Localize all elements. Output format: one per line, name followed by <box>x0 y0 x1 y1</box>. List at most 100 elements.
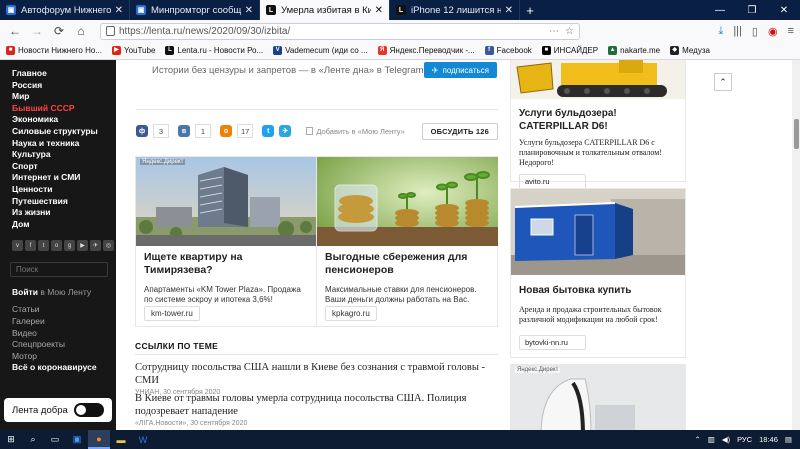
right-ad-domain-button[interactable]: avito.ru <box>519 174 586 189</box>
share-button-icon[interactable]: ✈ <box>279 125 292 137</box>
right-ad-title[interactable]: Услуги бульдозера! CATERPILLAR D6! <box>511 107 685 133</box>
new-tab-button[interactable]: + <box>520 0 540 20</box>
sidebar-nav-item[interactable]: Наука и техника <box>12 138 116 150</box>
bookmark-item[interactable]: ■ ИНСАЙДЕР <box>541 46 598 55</box>
bookmark-item[interactable]: ◆ Медуза <box>670 46 710 55</box>
network-icon[interactable]: ▥ <box>708 435 715 444</box>
scroll-up-button[interactable]: ⌃ <box>714 73 732 91</box>
ad-image-building[interactable]: Яндекс.Директ <box>136 157 316 246</box>
sidebar-icon[interactable]: ▯ <box>752 25 758 38</box>
bookmark-item[interactable]: ▲ nakarte.me <box>608 46 660 55</box>
sidebar-nav-item[interactable]: Россия <box>12 80 116 92</box>
social-link-icon[interactable]: ✈ <box>90 240 101 252</box>
sidebar-nav-item[interactable]: Путешествия <box>12 196 116 208</box>
task-view-icon[interactable]: ▭ <box>44 430 66 449</box>
sidebar-nav-item[interactable]: Главное <box>12 68 116 80</box>
minimize-icon[interactable]: — <box>704 0 736 20</box>
browser-tab[interactable]: LiPhone 12 лишится наушник ✕ <box>390 0 520 20</box>
ad-title[interactable]: Выгодные сбережения для пенсионеров <box>317 246 498 277</box>
sidebar-nav-item[interactable]: Бывший СССР <box>12 103 116 115</box>
toggle-switch[interactable] <box>74 403 104 417</box>
sidebar-nav-item[interactable]: Экономика <box>12 114 116 126</box>
ad-title[interactable]: Ищете квартиру на Тимирязева? <box>136 246 316 277</box>
social-link-icon[interactable]: f <box>25 240 36 252</box>
sidebar-nav-item[interactable]: Из жизни <box>12 207 116 219</box>
right-ad-title[interactable]: Новая бытовка купить <box>511 284 685 297</box>
social-link-icon[interactable]: g <box>64 240 75 252</box>
share-button-icon[interactable]: в <box>178 125 190 137</box>
tab-close-icon[interactable]: ✕ <box>115 5 123 16</box>
tray-arrow-icon[interactable]: ⌃ <box>694 435 700 444</box>
ad-domain-button[interactable]: km-tower.ru <box>144 306 200 321</box>
address-bar[interactable]: https://lenta.ru/news/2020/09/30/izbita/… <box>100 22 580 40</box>
right-ad[interactable]: Яндекс.Директ <box>510 364 686 430</box>
right-ad-domain-button[interactable]: bytovki-nn.ru <box>519 335 586 350</box>
sidebar-sublink[interactable]: Спецпроекты <box>12 339 116 351</box>
related-link-headline[interactable]: Сотрудницу посольства США нашли в Киеве … <box>135 362 498 387</box>
ad-image-cabin[interactable] <box>511 189 685 275</box>
outlook-icon[interactable]: ▣ <box>66 430 88 449</box>
right-ad[interactable]: Новая бытовка купить Аренда и продажа ст… <box>510 188 686 358</box>
language-indicator[interactable]: РУС <box>737 435 752 444</box>
right-ad[interactable]: Услуги бульдозера! CATERPILLAR D6! Услуг… <box>510 60 686 189</box>
extension-icon[interactable]: ◉ <box>768 25 778 38</box>
home-icon[interactable]: ⌂ <box>72 22 90 40</box>
sidebar-nav-item[interactable]: Ценности <box>12 184 116 196</box>
sidebar-nav-item[interactable]: Дом <box>12 219 116 231</box>
clock[interactable]: 18:46 <box>759 435 778 444</box>
sidebar-nav-item[interactable]: Интернет и СМИ <box>12 172 116 184</box>
sidebar-sublink[interactable]: Мотор <box>12 351 116 363</box>
ad-image-massage-chair[interactable] <box>511 365 685 430</box>
related-link[interactable]: В Киеве от травмы головы умерла сотрудни… <box>135 393 498 427</box>
social-link-icon[interactable]: v <box>12 240 23 252</box>
shield-icon[interactable] <box>106 26 115 36</box>
search-input[interactable]: Поиск <box>10 262 108 278</box>
star-icon[interactable]: ☆ <box>565 26 574 37</box>
add-to-my-lenta[interactable]: Добавить в «Мою Ленту» <box>306 127 405 136</box>
sidebar-nav-item[interactable]: Спорт <box>12 161 116 173</box>
sidebar-sublink[interactable]: Галереи <box>12 316 116 328</box>
ad-card[interactable]: Яндекс.Директ Ищете квартиру на Тимирязе… <box>136 157 317 326</box>
sidebar-nav-item[interactable]: Мир <box>12 91 116 103</box>
back-icon[interactable]: ← <box>6 22 24 40</box>
bookmark-item[interactable]: V Vademecum (иди со ... <box>273 46 368 55</box>
share-button-icon[interactable]: t <box>262 125 275 137</box>
tab-close-icon[interactable]: ✕ <box>245 5 253 16</box>
bookmark-item[interactable]: L Lenta.ru - Новости Ро... <box>165 46 263 55</box>
tab-close-icon[interactable]: ✕ <box>505 5 513 16</box>
lenta-dobra-toggle[interactable]: Лента добра <box>4 398 112 422</box>
social-link-icon[interactable]: o <box>51 240 62 252</box>
page-scrollbar[interactable] <box>792 60 800 430</box>
sidebar-sublink[interactable]: Всё о коронавирусе <box>12 362 116 374</box>
browser-tab[interactable]: ▣ Минпромторг сообщил об оп ✕ <box>130 0 260 20</box>
menu-icon[interactable]: ≡ <box>788 25 794 37</box>
scrollbar-thumb[interactable] <box>794 119 799 149</box>
sidebar-nav-item[interactable]: Культура <box>12 149 116 161</box>
library-icon[interactable]: ||| <box>733 25 742 37</box>
word-icon[interactable]: W <box>132 430 154 449</box>
related-link-headline[interactable]: В Киеве от травмы головы умерла сотрудни… <box>135 393 498 418</box>
browser-tab[interactable]: ▣ Автофорум Нижнего Новгор ✕ <box>0 0 130 20</box>
reload-icon[interactable]: ⟳ <box>50 22 68 40</box>
browser-tab[interactable]: L Умерла избитая в Киеве сотр ✕ <box>260 0 390 20</box>
sidebar-nav-item[interactable]: Силовые структуры <box>12 126 116 138</box>
social-link-icon[interactable]: t <box>38 240 49 252</box>
share-button-icon[interactable]: ф <box>136 125 148 137</box>
related-link[interactable]: Сотрудницу посольства США нашли в Киеве … <box>135 362 498 396</box>
search-icon[interactable]: ⌕ <box>22 430 44 449</box>
ad-card[interactable]: Выгодные сбережения для пенсионеров Макс… <box>317 157 498 326</box>
bookmark-item[interactable]: f Facebook <box>484 46 532 55</box>
bookmark-item[interactable]: Я Яндекс.Переводчик -... <box>377 46 475 55</box>
ad-domain-button[interactable]: kpkagro.ru <box>325 306 377 321</box>
bookmark-item[interactable]: ■ Новости Нижнего Но... <box>6 46 102 55</box>
restore-icon[interactable]: ❐ <box>736 0 768 20</box>
ad-image-bulldozer[interactable] <box>511 60 685 99</box>
ad-image-coins[interactable] <box>317 157 498 246</box>
volume-icon[interactable]: ◀) <box>722 435 730 444</box>
telegram-subscribe-button[interactable]: ✈ подписаться <box>423 62 497 78</box>
sidebar-sublink[interactable]: Видео <box>12 328 116 340</box>
forward-icon[interactable]: → <box>28 22 46 40</box>
windows-start-icon[interactable]: ⊞ <box>0 430 22 449</box>
social-link-icon[interactable]: ▶ <box>77 240 88 252</box>
file-explorer-icon[interactable]: ▬ <box>110 430 132 449</box>
